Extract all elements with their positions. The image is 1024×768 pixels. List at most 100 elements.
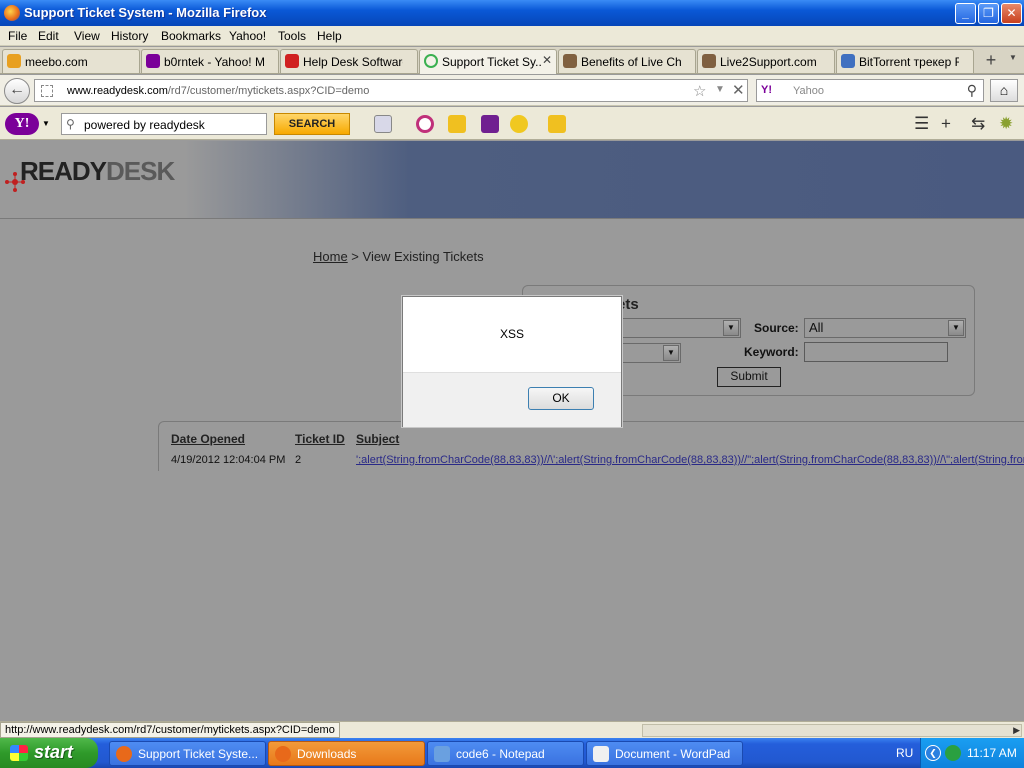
menu-view[interactable]: View [74,29,100,43]
status-text: http://www.readydesk.com/rd7/customer/my… [0,722,340,738]
tab-support-ticket-system[interactable]: Support Ticket Sy... ✕ [419,49,557,74]
page-content: READYDESK Home > View Existing Tickets e… [0,141,1024,721]
menu-help[interactable]: Help [317,29,342,43]
start-button[interactable]: start [0,738,98,768]
menu-tools[interactable]: Tools [278,29,306,43]
window-titlebar: Support Ticket System - Mozilla Firefox … [0,0,1024,26]
column-ticket-id[interactable]: Ticket ID [295,432,345,446]
header-banner: READYDESK [0,141,1024,218]
yahoo-logo-icon[interactable]: Y! [5,113,39,135]
yahoo-menu-chevron-icon[interactable]: ▼ [42,119,50,128]
tab-meebo[interactable]: meebo.com [2,49,140,73]
tab-label: Benefits of Live Chat ... [581,55,681,69]
menu-bookmarks[interactable]: Bookmarks [161,29,221,43]
task-notepad[interactable]: code6 - Notepad [427,741,584,766]
task-wordpad[interactable]: Document - WordPad [586,741,743,766]
minimize-button[interactable]: _ [955,3,976,24]
tab-list-chevron-icon[interactable]: ▼ [1009,53,1017,62]
messenger-icon[interactable] [416,115,434,133]
readydesk-favicon [285,54,299,68]
menu-file[interactable]: File [8,29,27,43]
site-identity-icon[interactable] [41,85,53,97]
add-icon[interactable]: + [941,114,951,134]
sidebar-list-icon[interactable]: ☰ [914,114,929,134]
ticket-subject-link[interactable]: ';alert(String.fromCharCode(88,83,83))//… [356,454,1024,466]
bookmark-star-icon[interactable]: ☆ [693,82,706,100]
task-label: Document - WordPad [615,747,731,761]
task-downloads[interactable]: Downloads [268,741,425,766]
alert-bell-icon[interactable] [510,115,528,133]
tab-live2support[interactable]: Live2Support.com - C... [697,49,835,73]
ticket-date: 4/19/2012 12:04:04 PM [171,454,286,466]
ticket-id: 2 [295,454,302,466]
column-subject[interactable]: Subject [356,432,399,446]
utorrent-icon[interactable] [945,745,961,761]
new-tab-button[interactable]: + [978,50,1004,72]
tab-label: Live2Support.com - C... [720,55,820,69]
yahoo-toolbar: Y! ▼ ⚲ powered by readydesk SEARCH ☰ + ⇆… [0,107,1024,140]
status-select[interactable]: ▼ [621,318,741,338]
tab-label: BitTorrent трекер Ru... [859,55,959,69]
menu-history[interactable]: History [111,29,148,43]
flickr-icon[interactable] [481,115,499,133]
yahoo-search-button[interactable]: SEARCH [274,113,350,135]
column-date-opened[interactable]: Date Opened [171,432,245,446]
priority-select[interactable]: ▼ [621,343,681,363]
language-indicator[interactable]: RU [896,746,913,760]
horizontal-scrollbar[interactable]: ▶ [642,724,1022,737]
yahoo-mail-icon [146,54,160,68]
tab-strip: meebo.com b0rntek - Yahoo! Mail Help Des… [0,47,1024,74]
url-bar[interactable]: www.readydesk.com/rd7/customer/mytickets… [34,79,748,102]
url-history-chevron-icon[interactable]: ▼ [715,84,725,95]
submit-button[interactable]: Submit [717,367,781,387]
meebo-icon [7,54,21,68]
breadcrumb: Home > View Existing Tickets [313,249,484,264]
task-firefox[interactable]: Support Ticket Syste... [109,741,266,766]
notepad-icon [434,746,450,762]
gear-icon[interactable]: ✹ [999,114,1013,134]
status-bar: http://www.readydesk.com/rd7/customer/my… [0,721,1024,738]
tab-help-desk-software[interactable]: Help Desk Software, ... [280,49,418,73]
ebay-icon[interactable] [548,115,566,133]
close-tab-icon[interactable]: ✕ [542,53,552,67]
navigation-bar: ← www.readydesk.com/rd7/customer/myticke… [0,75,1024,106]
clock: 11:17 AM [967,746,1017,760]
tab-benefits-live-chat[interactable]: Benefits of Live Chat ... [558,49,696,73]
wordpad-icon [593,746,609,762]
ok-button[interactable]: OK [528,387,594,410]
tickets-table: Date Opened Ticket ID Subject 4/19/2012 … [158,421,1024,471]
source-select[interactable]: All ▼ [804,318,966,338]
scroll-right-icon[interactable]: ▶ [1013,725,1020,736]
yahoo-engine-icon[interactable]: Y! [761,84,772,96]
tab-yahoo-mail[interactable]: b0rntek - Yahoo! Mail [141,49,279,73]
folder-icon[interactable] [448,115,466,133]
loading-icon [424,54,438,68]
tray-expand-icon[interactable]: ❮ [925,745,941,761]
swap-icon[interactable]: ⇆ [971,114,985,134]
tab-bittorrent[interactable]: BitTorrent трекер Ru... [836,49,974,73]
menu-yahoo[interactable]: Yahoo! [229,29,266,43]
source-value: All [809,320,824,335]
people-icon [563,54,577,68]
tab-label: b0rntek - Yahoo! Mail [164,55,264,69]
close-window-button[interactable]: ✕ [1001,3,1022,24]
breadcrumb-home-link[interactable]: Home [313,249,348,264]
people-icon [702,54,716,68]
news-icon[interactable] [374,115,392,133]
windows-taskbar: start Support Ticket Syste... Downloads … [0,738,1024,768]
keyword-input[interactable] [804,342,948,362]
maximize-button[interactable]: ❐ [978,3,999,24]
stop-icon[interactable]: ✕ [732,81,745,99]
tab-label: Support Ticket Sy... [442,55,542,69]
yahoo-search-input[interactable]: ⚲ powered by readydesk [61,113,267,135]
search-icon[interactable]: ⚲ [967,82,977,99]
back-button[interactable]: ← [4,78,30,104]
yahoo-search-value: powered by readydesk [84,118,205,132]
menu-bar: File Edit View History Bookmarks Yahoo! … [0,26,1024,46]
search-placeholder: Yahoo [793,85,824,97]
menu-edit[interactable]: Edit [38,29,59,43]
home-button[interactable]: ⌂ [990,79,1018,102]
chevron-down-icon: ▼ [723,320,739,336]
browser-search-input[interactable]: Y! Yahoo ⚲ [756,79,984,102]
system-tray: ❮ 11:17 AM [920,738,1024,768]
